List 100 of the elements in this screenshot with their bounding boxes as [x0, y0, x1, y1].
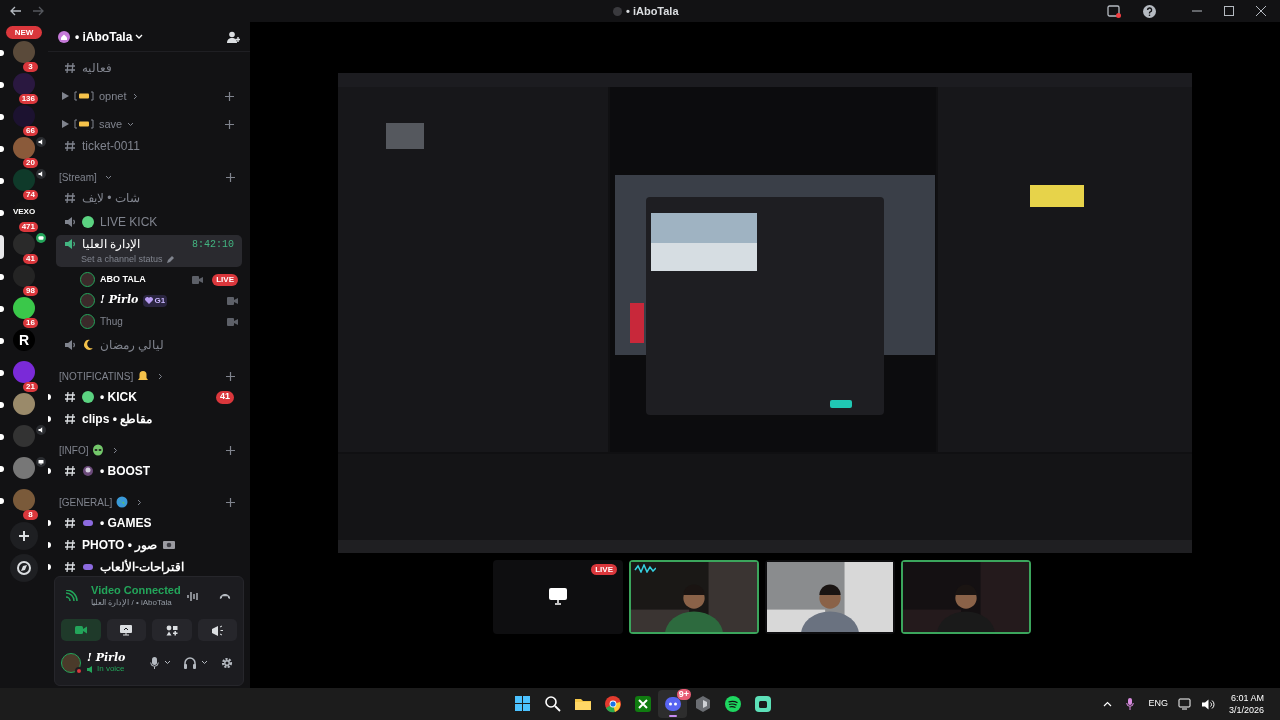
- unread-count-badge: 20: [23, 158, 38, 168]
- hash-icon: [64, 561, 76, 573]
- channel-name: clips • مقاطع: [82, 411, 153, 428]
- unread-count-badge: 3: [23, 62, 38, 72]
- unread-count-badge: 16: [23, 318, 38, 328]
- network-icon[interactable]: [1177, 698, 1192, 710]
- chevron-down-icon[interactable]: [164, 660, 171, 665]
- moon-icon: [82, 339, 94, 351]
- add-server-icon[interactable]: [10, 522, 38, 550]
- speaker-icon: [64, 238, 76, 251]
- channel-name: PHOTO • صور: [82, 537, 158, 554]
- gamepad-icon: [82, 561, 94, 573]
- add-friend-icon[interactable]: [227, 30, 240, 43]
- video-camera-icon: [36, 233, 46, 243]
- window-title: • iAboTala: [626, 3, 679, 19]
- channel-name: الإدارة العليا: [82, 236, 141, 254]
- unread-indicator: [48, 468, 51, 474]
- channel-name: ticket-0011: [82, 138, 140, 155]
- unread-count-badge: 136: [18, 94, 38, 104]
- camera-button[interactable]: [61, 619, 101, 641]
- plus-icon[interactable]: [226, 371, 235, 381]
- shapes-icon: [165, 624, 178, 636]
- live-badge: LIVE: [591, 564, 617, 575]
- volume-icon[interactable]: [1201, 698, 1215, 710]
- pencil-icon: [165, 256, 174, 264]
- screen-share-icon: [120, 624, 133, 636]
- plus-icon[interactable]: [226, 172, 235, 182]
- ticket-folder-icon: [74, 91, 94, 101]
- server-avatar[interactable]: [13, 73, 35, 95]
- channel-status-button[interactable]: Set a channel status: [64, 253, 234, 267]
- plus-icon[interactable]: [225, 91, 234, 101]
- channel-name: opnet: [99, 88, 127, 104]
- alien-icon: [92, 444, 105, 456]
- chevron-down-icon: [135, 33, 144, 40]
- plus-icon[interactable]: [226, 497, 235, 507]
- channel-name: LIVE KICK: [100, 214, 158, 231]
- guild-tag: G1: [143, 294, 168, 307]
- soundboard-button[interactable]: [197, 619, 237, 641]
- globe-icon: [116, 496, 129, 508]
- help-icon[interactable]: [1143, 4, 1156, 18]
- active-indicator: [669, 715, 677, 717]
- microphone-icon[interactable]: [1126, 698, 1135, 710]
- clock-date[interactable]: 3/1/2026: [1228, 704, 1264, 716]
- server-name-menu[interactable]: • iAboTala: [75, 27, 144, 46]
- monitor-icon: [36, 457, 46, 467]
- user-avatar: [80, 293, 95, 308]
- server-icon: [613, 6, 622, 16]
- plus-icon[interactable]: [225, 119, 234, 129]
- channel-name: • KICK: [100, 389, 137, 406]
- server-avatar[interactable]: [13, 393, 35, 415]
- ticket-folder-icon: [74, 119, 94, 129]
- unread-indicator: [48, 564, 51, 570]
- channel-name: • GAMES: [100, 515, 152, 532]
- plus-icon[interactable]: [226, 445, 235, 455]
- hash-icon: [64, 391, 76, 403]
- input-language[interactable]: ENG: [1148, 697, 1168, 711]
- unread-indicator: [48, 542, 51, 548]
- chevron-up-icon[interactable]: [1103, 701, 1113, 707]
- circle-emoji-icon: [82, 216, 94, 228]
- hash-icon: [64, 62, 76, 74]
- close-icon[interactable]: [1256, 6, 1266, 16]
- video-camera-icon: [74, 624, 87, 636]
- stream-tile[interactable]: LIVE: [493, 560, 623, 634]
- maximize-icon[interactable]: [1224, 6, 1234, 16]
- headphones-icon[interactable]: [184, 656, 196, 669]
- server-avatar[interactable]: [13, 457, 35, 479]
- screen-button[interactable]: [106, 619, 146, 641]
- chat-app-icon: [752, 694, 773, 714]
- hang-up-icon[interactable]: [219, 592, 231, 600]
- compass-icon[interactable]: [10, 554, 38, 582]
- unread-count-badge: 21: [23, 382, 38, 392]
- sound-wave-icon[interactable]: [187, 590, 199, 602]
- unread-count-badge: 471: [18, 222, 38, 232]
- microphone-icon[interactable]: [150, 656, 159, 669]
- new-badge: NEW: [6, 26, 42, 39]
- voice-timer: 8:42:10: [192, 237, 234, 252]
- chevron-down-icon[interactable]: [201, 660, 208, 665]
- music-app-icon: [722, 694, 743, 714]
- waveform-icon: [634, 564, 656, 573]
- server-avatar[interactable]: R: [13, 329, 35, 351]
- channel-name: شات • لايف: [82, 190, 140, 207]
- clock-time[interactable]: 6:01 AM: [1230, 692, 1264, 704]
- hash-icon: [64, 140, 76, 152]
- server-avatar[interactable]: [13, 297, 35, 319]
- hash-icon: [64, 413, 76, 425]
- forward-arrow-icon[interactable]: [32, 6, 44, 16]
- activities-button[interactable]: [152, 619, 192, 641]
- inbox-icon[interactable]: [1107, 4, 1121, 18]
- speaker-icon: [36, 169, 46, 179]
- signal-icon: [65, 590, 79, 602]
- settings-icon[interactable]: [221, 656, 233, 669]
- channel-name: • BOOST: [100, 463, 151, 480]
- unread-count-badge: 66: [23, 126, 38, 136]
- windows-logo-icon: [512, 694, 533, 714]
- back-arrow-icon[interactable]: [10, 6, 22, 16]
- live-badge: LIVE: [212, 273, 238, 286]
- caret-right-icon: [62, 92, 69, 100]
- speaker-icon: [64, 339, 76, 351]
- crystal-ball-icon: [82, 465, 94, 477]
- channel-name: فعاليه: [82, 60, 112, 77]
